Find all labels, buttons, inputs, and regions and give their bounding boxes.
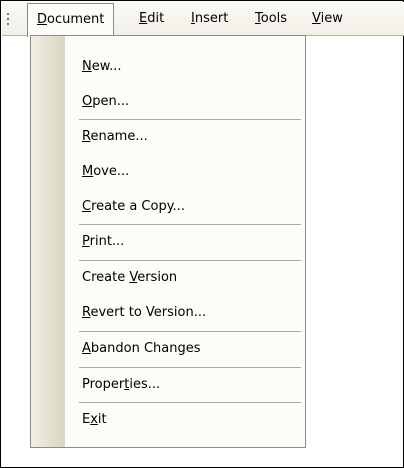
menu-item-move[interactable]: Move...	[82, 159, 292, 185]
menu-separator	[79, 119, 301, 120]
menu-item-exit-accesskey: x	[90, 412, 98, 427]
menu-item-print-suffix: rint...	[89, 234, 125, 249]
menu-separator	[79, 402, 301, 403]
menu-insert-suffix: nsert	[194, 11, 229, 26]
menu-item-create-version-prefix: Create	[82, 270, 130, 285]
application-window: Document Edit Insert Tools View New... O…	[0, 0, 404, 468]
menu-item-rename-suffix: ename...	[90, 129, 148, 144]
menu-separator	[79, 331, 301, 332]
menu-item-new-suffix: ew...	[91, 59, 122, 74]
document-dropdown-menu: New... Open... Rename... Move... Create …	[30, 35, 306, 448]
menu-item-move-suffix: ove...	[93, 164, 130, 179]
menu-item-create-copy-suffix: reate a Copy...	[91, 199, 185, 214]
menu-item-print[interactable]: Print...	[82, 229, 292, 255]
menu-item-create-version-suffix: ersion	[137, 270, 178, 285]
menu-item-properties-suffix: ies...	[129, 377, 161, 392]
menu-item-print-accesskey: P	[82, 234, 90, 249]
menu-item-exit[interactable]: Exit	[82, 407, 292, 433]
menu-item-open[interactable]: Open...	[82, 89, 292, 115]
menu-view[interactable]: View	[303, 2, 352, 35]
menu-item-abandon-changes[interactable]: Abandon Changes	[82, 336, 292, 362]
menu-item-exit-suffix: it	[97, 412, 107, 427]
menu-item-properties[interactable]: Properties...	[82, 372, 292, 398]
menu-item-revert-version[interactable]: Revert to Version...	[82, 300, 292, 326]
menu-item-properties-prefix: Proper	[82, 377, 125, 392]
menu-item-open-suffix: pen...	[92, 94, 130, 109]
menu-document-suffix: ocument	[47, 12, 105, 27]
toolbar-grip-icon[interactable]	[7, 13, 10, 27]
menu-item-create-version[interactable]: Create Version	[82, 265, 292, 291]
menu-item-new[interactable]: New...	[82, 54, 292, 80]
menu-icon-rail	[31, 36, 65, 447]
menu-document-accesskey: D	[37, 12, 48, 27]
menu-item-exit-prefix: E	[82, 412, 91, 427]
menu-view-suffix: iew	[320, 11, 343, 26]
menu-item-rename[interactable]: Rename...	[82, 124, 292, 150]
menu-document[interactable]: Document	[27, 3, 115, 37]
menu-separator	[79, 367, 301, 368]
menu-separator	[79, 224, 301, 225]
menu-item-move-accesskey: M	[82, 164, 94, 179]
menu-item-new-accesskey: N	[82, 59, 92, 74]
menu-item-revert-version-suffix: evert to Version...	[90, 305, 207, 320]
menu-separator	[79, 260, 301, 261]
menu-item-abandon-changes-accesskey: A	[82, 341, 91, 356]
menu-edit-suffix: dit	[147, 11, 165, 26]
menu-edit[interactable]: Edit	[130, 2, 173, 35]
menu-edit-accesskey: E	[139, 11, 148, 26]
menu-insert[interactable]: Insert	[182, 2, 237, 35]
menu-tools-suffix: ools	[260, 11, 288, 26]
menu-view-accesskey: V	[312, 11, 321, 26]
menu-item-create-copy-accesskey: C	[82, 199, 92, 214]
menu-item-open-accesskey: O	[82, 94, 93, 109]
menu-tools[interactable]: Tools	[246, 2, 296, 35]
menu-item-create-copy[interactable]: Create a Copy...	[82, 194, 292, 220]
menu-bar: Document Edit Insert Tools View	[2, 2, 404, 37]
menu-item-abandon-changes-suffix: bandon Changes	[90, 341, 201, 356]
